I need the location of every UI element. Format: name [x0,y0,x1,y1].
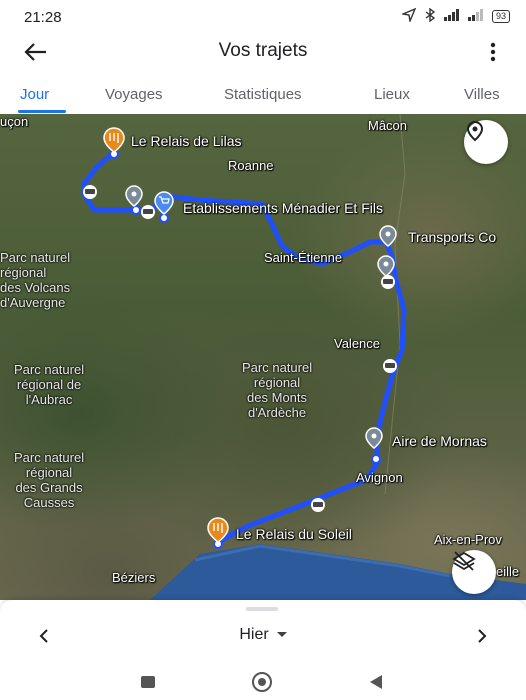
place-label-avignon: Avignon [356,470,403,485]
day-selector-sheet: Hier [0,600,526,664]
page-title: Vos trajets [218,40,308,61]
circle-icon [252,672,272,692]
shopping-cart-pin-icon[interactable] [154,191,174,215]
triangle-back-icon [370,675,382,689]
back-nav-button[interactable] [366,672,386,697]
park-label-aubrac: Parc naturel régional de l'Aubrac [14,362,85,407]
more-options-button[interactable] [488,40,498,64]
caret-down-icon [276,632,287,638]
car-marker-2 [141,205,155,219]
sheet-drag-handle[interactable] [246,607,278,611]
location-button[interactable] [464,120,508,164]
tab-lieux[interactable]: Lieux [374,86,410,103]
park-label-auvergne: Parc naturel régional des Volcans d'Auve… [0,250,71,310]
layers-off-icon [452,551,476,571]
place-label-lucon: uçon [0,114,29,129]
place-label-macon: Mâcon [368,118,408,133]
tab-statistiques[interactable]: Statistiques [224,86,302,103]
place-label-saint-etienne: Saint-Étienne [264,250,343,265]
car-marker-3 [381,275,395,289]
map-view[interactable]: uçon Mâcon Roanne Saint-Étienne Valence … [0,114,526,600]
recents-button[interactable] [138,672,158,697]
signal-icon [467,9,484,24]
tab-voyages[interactable]: Voyages [105,86,163,103]
system-navigation-bar [0,664,526,700]
car-marker-5 [311,498,325,512]
home-button[interactable] [250,672,274,697]
park-label-causses: Parc naturel régional des Grands Causses [14,450,85,510]
place-label-aix-en-provence: Aix-en-Prov [434,532,502,547]
bluetooth-icon [424,7,436,25]
status-icons: 93 [400,7,510,25]
stop-label-menadier[interactable]: Etablissements Ménadier Et Fils [183,200,383,216]
status-bar: 21:28 93 [0,0,526,34]
chevron-right-icon [478,629,487,643]
tab-bar: Jour Voyages Statistiques Lieux Villes [0,78,526,114]
day-dropdown[interactable]: Hier [0,626,526,644]
place-pin-icon[interactable] [377,255,395,277]
stop-label-transports[interactable]: Transports Co [408,229,496,245]
place-label-valence: Valence [334,336,381,351]
layers-button[interactable] [452,550,496,594]
place-label-marseille: eille [496,564,520,579]
square-icon [141,676,155,688]
battery-level: 93 [491,10,510,23]
place-label-beziers: Béziers [112,570,156,585]
app-bar: Vos trajets [0,34,526,72]
next-day-button[interactable] [472,626,492,646]
location-arrow-icon [400,7,417,25]
car-marker-4 [383,359,397,373]
status-time: 21:28 [24,9,62,26]
tab-villes[interactable]: Villes [464,86,500,103]
restaurant-pin-icon[interactable] [103,127,125,153]
place-pin-icon[interactable] [125,185,143,207]
stop-label-relais-lilas[interactable]: Le Relais de Lilas [131,133,242,149]
place-pin-icon[interactable] [365,427,383,449]
map-pin-icon [466,120,484,142]
stop-label-relais-soleil[interactable]: Le Relais du Soleil [236,526,352,542]
tab-jour[interactable]: Jour [20,86,49,103]
place-label-roanne: Roanne [228,158,274,173]
stop-label-aire-mornas[interactable]: Aire de Mornas [392,433,487,449]
more-vert-icon [490,42,496,62]
park-label-ardeche: Parc naturel régional des Monts d'Ardèch… [242,360,313,420]
battery-icon: 93 [491,10,510,23]
active-tab-indicator [18,110,66,113]
signal-icon [443,9,460,24]
car-marker-1 [83,185,97,199]
day-label: Hier [239,626,269,643]
